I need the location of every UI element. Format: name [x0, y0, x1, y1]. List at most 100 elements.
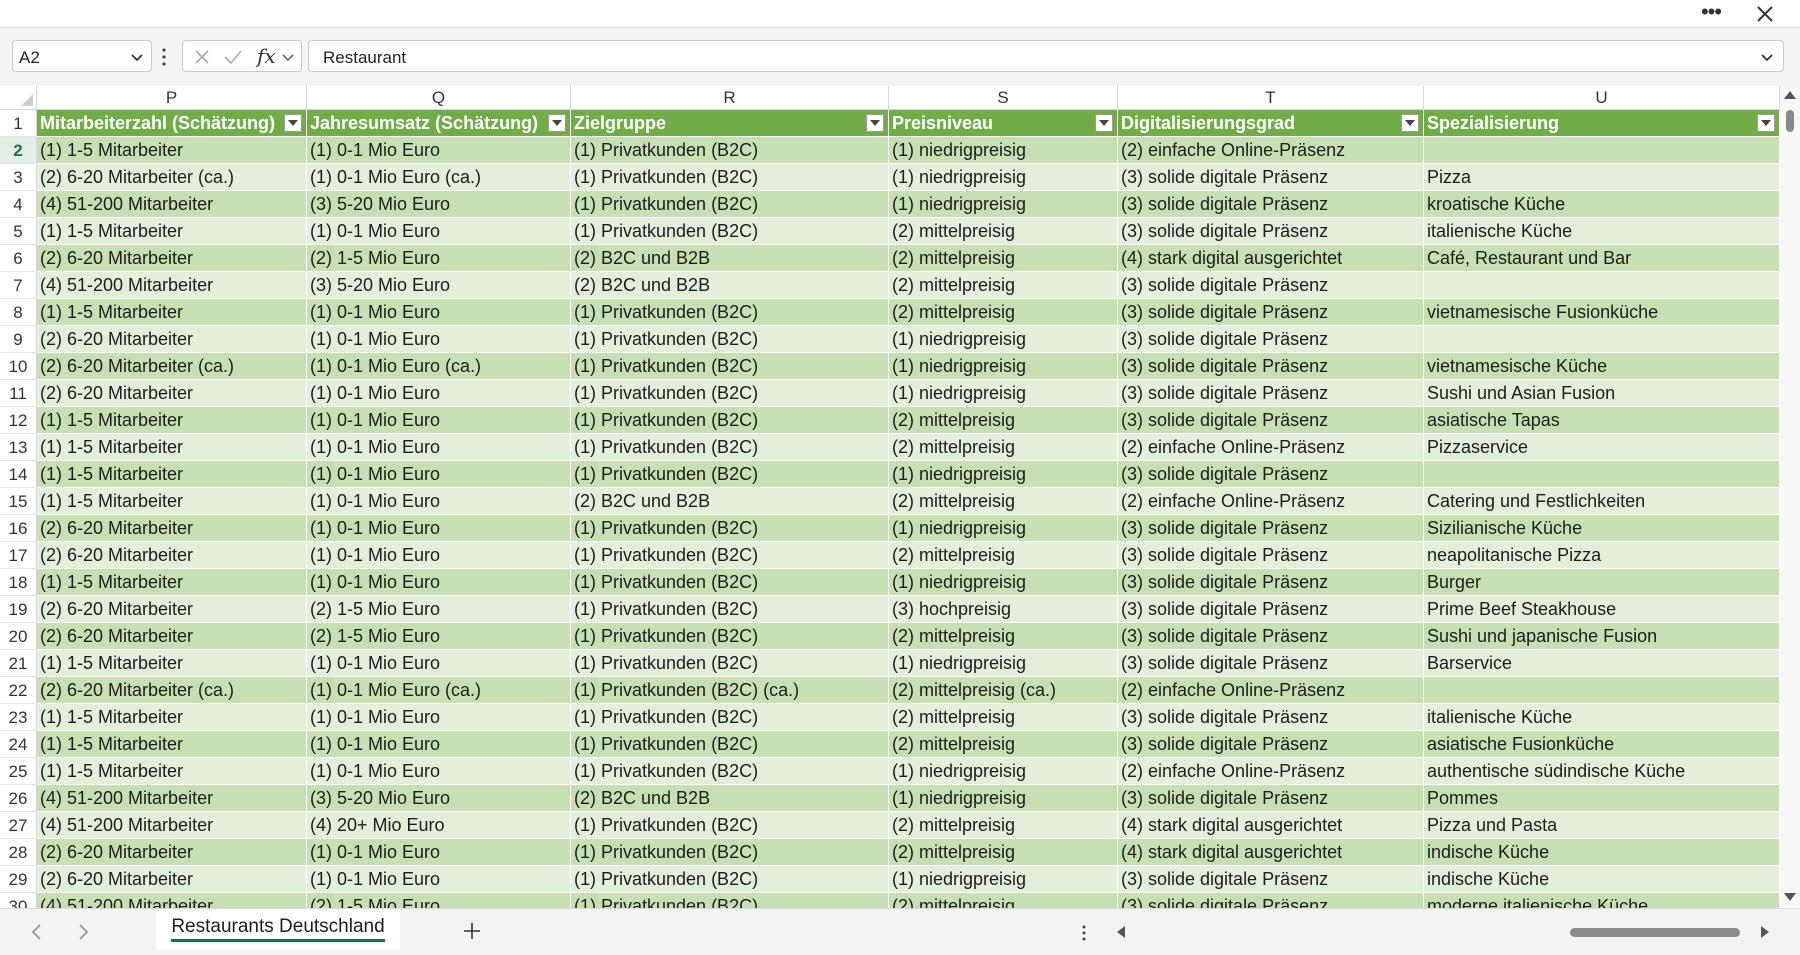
cell-u[interactable]: Sushi und Asian Fusion	[1424, 380, 1780, 407]
header-cell[interactable]: Mitarbeiterzahl (Schätzung)	[37, 110, 307, 137]
cell-u[interactable]: Pizza	[1424, 164, 1780, 191]
previous-sheet-icon[interactable]	[30, 923, 44, 941]
cell-t[interactable]: (3) solide digitale Präsenz	[1118, 515, 1424, 542]
cell-p[interactable]: (4) 51-200 Mitarbeiter	[37, 785, 307, 812]
cell-q[interactable]: (1) 0-1 Mio Euro	[307, 434, 571, 461]
cell-t[interactable]: (3) solide digitale Präsenz	[1118, 353, 1424, 380]
cell-t[interactable]: (3) solide digitale Präsenz	[1118, 164, 1424, 191]
vertical-scroll-thumb[interactable]	[1786, 110, 1794, 132]
filter-dropdown-icon[interactable]	[866, 114, 884, 132]
formula-input[interactable]: Restaurant	[308, 40, 1784, 72]
expand-formula-icon[interactable]	[1759, 49, 1775, 65]
cell-q[interactable]: (1) 0-1 Mio Euro	[307, 407, 571, 434]
cell-p[interactable]: (1) 1-5 Mitarbeiter	[37, 461, 307, 488]
cell-p[interactable]: (2) 6-20 Mitarbeiter	[37, 596, 307, 623]
row-number[interactable]: 30	[0, 893, 37, 908]
cell-t[interactable]: (4) stark digital ausgerichtet	[1118, 839, 1424, 866]
cell-u[interactable]: kroatische Küche	[1424, 191, 1780, 218]
row-number[interactable]: 25	[0, 758, 37, 785]
cell-r[interactable]: (1) Privatkunden (B2C)	[571, 164, 889, 191]
row-number[interactable]: 11	[0, 380, 37, 407]
cell-p[interactable]: (1) 1-5 Mitarbeiter	[37, 758, 307, 785]
check-icon[interactable]	[223, 48, 243, 66]
header-cell[interactable]: Zielgruppe	[571, 110, 889, 137]
cell-p[interactable]: (2) 6-20 Mitarbeiter	[37, 380, 307, 407]
more-options-icon[interactable]: •••	[1698, 0, 1724, 28]
row-number[interactable]: 16	[0, 515, 37, 542]
cell-p[interactable]: (1) 1-5 Mitarbeiter	[37, 218, 307, 245]
cell-r[interactable]: (1) Privatkunden (B2C)	[571, 461, 889, 488]
cell-p[interactable]: (1) 1-5 Mitarbeiter	[37, 299, 307, 326]
close-icon[interactable]	[1752, 1, 1778, 27]
row-number[interactable]: 9	[0, 326, 37, 353]
filter-dropdown-icon[interactable]	[1095, 114, 1113, 132]
row-number[interactable]: 5	[0, 218, 37, 245]
cell-u[interactable]: vietnamesische Fusionküche	[1424, 299, 1780, 326]
row-number[interactable]: 2	[0, 137, 37, 164]
cell-s[interactable]: (1) niedrigpreisig	[889, 650, 1118, 677]
cell-r[interactable]: (2) B2C und B2B	[571, 488, 889, 515]
cell-t[interactable]: (3) solide digitale Präsenz	[1118, 407, 1424, 434]
cell-s[interactable]: (2) mittelpreisig	[889, 434, 1118, 461]
cell-r[interactable]: (1) Privatkunden (B2C)	[571, 380, 889, 407]
cell-r[interactable]: (2) B2C und B2B	[571, 272, 889, 299]
cell-u[interactable]: Catering und Festlichkeiten	[1424, 488, 1780, 515]
cell-s[interactable]: (2) mittelpreisig	[889, 623, 1118, 650]
cell-u[interactable]: Pommes	[1424, 785, 1780, 812]
cell-p[interactable]: (1) 1-5 Mitarbeiter	[37, 407, 307, 434]
column-header-p[interactable]: P	[37, 86, 307, 110]
cell-u[interactable]: vietnamesische Küche	[1424, 353, 1780, 380]
cell-q[interactable]: (1) 0-1 Mio Euro	[307, 731, 571, 758]
cell-t[interactable]: (2) einfache Online-Präsenz	[1118, 434, 1424, 461]
cell-q[interactable]: (1) 0-1 Mio Euro	[307, 839, 571, 866]
cell-t[interactable]: (3) solide digitale Präsenz	[1118, 893, 1424, 908]
cell-q[interactable]: (1) 0-1 Mio Euro	[307, 515, 571, 542]
next-sheet-icon[interactable]	[76, 923, 90, 941]
cell-p[interactable]: (2) 6-20 Mitarbeiter	[37, 623, 307, 650]
header-cell[interactable]: Spezialisierung	[1424, 110, 1780, 137]
row-number[interactable]: 22	[0, 677, 37, 704]
header-cell[interactable]: Jahresumsatz (Schätzung)	[307, 110, 571, 137]
cell-q[interactable]: (1) 0-1 Mio Euro (ca.)	[307, 164, 571, 191]
cell-t[interactable]: (4) stark digital ausgerichtet	[1118, 245, 1424, 272]
cell-p[interactable]: (4) 51-200 Mitarbeiter	[37, 272, 307, 299]
filter-dropdown-icon[interactable]	[1757, 114, 1775, 132]
cell-s[interactable]: (2) mittelpreisig	[889, 407, 1118, 434]
cell-q[interactable]: (1) 0-1 Mio Euro	[307, 326, 571, 353]
cell-s[interactable]: (1) niedrigpreisig	[889, 758, 1118, 785]
cell-t[interactable]: (2) einfache Online-Präsenz	[1118, 137, 1424, 164]
cell-s[interactable]: (1) niedrigpreisig	[889, 380, 1118, 407]
cell-t[interactable]: (2) einfache Online-Präsenz	[1118, 758, 1424, 785]
cell-r[interactable]: (1) Privatkunden (B2C)	[571, 704, 889, 731]
cell-p[interactable]: (1) 1-5 Mitarbeiter	[37, 488, 307, 515]
cell-q[interactable]: (2) 1-5 Mio Euro	[307, 245, 571, 272]
vertical-dots-icon[interactable]	[160, 46, 168, 68]
cell-q[interactable]: (1) 0-1 Mio Euro	[307, 704, 571, 731]
cell-s[interactable]: (1) niedrigpreisig	[889, 137, 1118, 164]
chevron-down-icon[interactable]	[129, 49, 145, 65]
cell-p[interactable]: (2) 6-20 Mitarbeiter	[37, 839, 307, 866]
cell-r[interactable]: (1) Privatkunden (B2C)	[571, 407, 889, 434]
scroll-up-icon[interactable]	[1784, 90, 1796, 100]
cell-t[interactable]: (3) solide digitale Präsenz	[1118, 569, 1424, 596]
cell-r[interactable]: (1) Privatkunden (B2C) (ca.)	[571, 677, 889, 704]
cell-s[interactable]: (1) niedrigpreisig	[889, 164, 1118, 191]
cell-t[interactable]: (3) solide digitale Präsenz	[1118, 461, 1424, 488]
cell-r[interactable]: (1) Privatkunden (B2C)	[571, 893, 889, 908]
cell-p[interactable]: (2) 6-20 Mitarbeiter (ca.)	[37, 353, 307, 380]
cell-r[interactable]: (1) Privatkunden (B2C)	[571, 542, 889, 569]
cell-u[interactable]: neapolitanische Pizza	[1424, 542, 1780, 569]
cell-q[interactable]: (1) 0-1 Mio Euro	[307, 650, 571, 677]
cell-s[interactable]: (1) niedrigpreisig	[889, 866, 1118, 893]
cell-q[interactable]: (1) 0-1 Mio Euro	[307, 299, 571, 326]
cell-s[interactable]: (1) niedrigpreisig	[889, 461, 1118, 488]
cell-r[interactable]: (1) Privatkunden (B2C)	[571, 326, 889, 353]
cell-t[interactable]: (3) solide digitale Präsenz	[1118, 650, 1424, 677]
cell-t[interactable]: (3) solide digitale Präsenz	[1118, 866, 1424, 893]
cell-u[interactable]	[1424, 137, 1780, 164]
cell-s[interactable]: (2) mittelpreisig	[889, 731, 1118, 758]
cell-t[interactable]: (3) solide digitale Präsenz	[1118, 191, 1424, 218]
row-number[interactable]: 18	[0, 569, 37, 596]
cell-t[interactable]: (2) einfache Online-Präsenz	[1118, 488, 1424, 515]
cell-u[interactable]: Pizzaservice	[1424, 434, 1780, 461]
